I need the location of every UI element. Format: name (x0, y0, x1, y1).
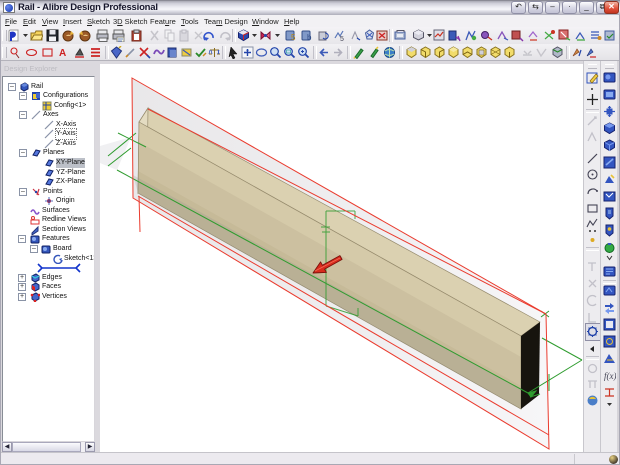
svg-text:A: A (59, 48, 66, 59)
svg-text:5: 5 (291, 33, 296, 42)
svg-text:f(x): f(x) (604, 371, 616, 381)
svg-text:5: 5 (340, 36, 344, 42)
svg-text:b: b (307, 33, 312, 42)
